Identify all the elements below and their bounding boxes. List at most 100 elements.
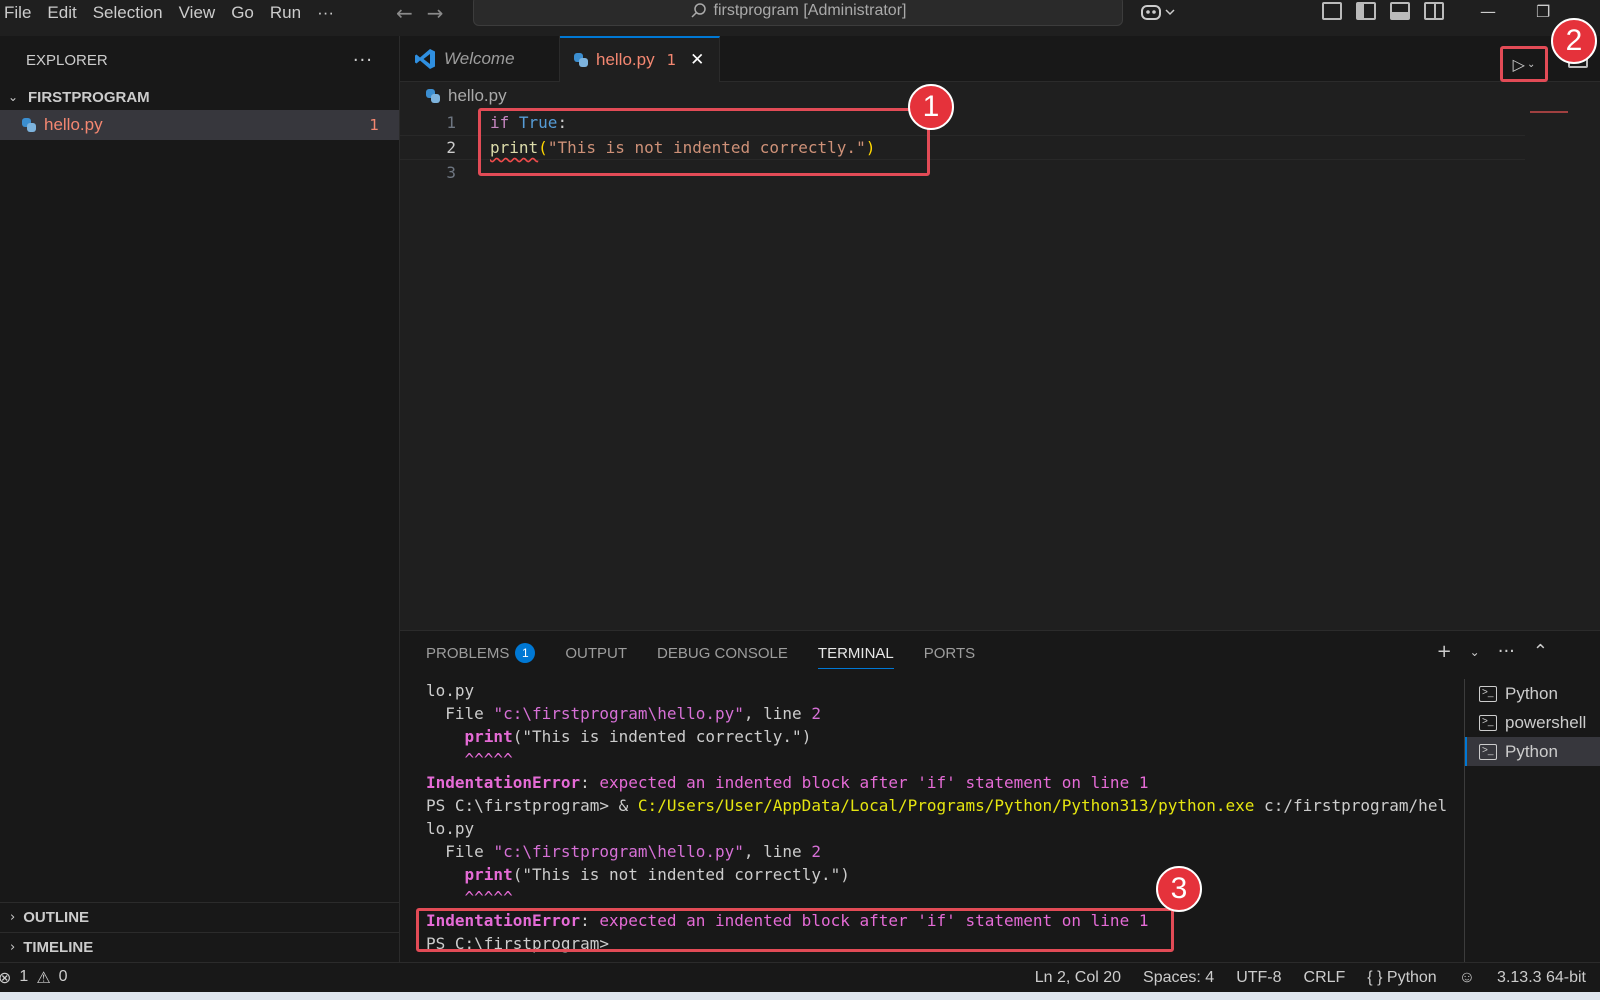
line-number: 2: [446, 138, 456, 157]
panel-actions: + ⌄ ··· ⌃: [1437, 641, 1548, 662]
language-mode[interactable]: { } Python: [1367, 969, 1436, 987]
annotation-marker-1: 1: [908, 84, 954, 130]
line-number: 3: [446, 163, 456, 182]
terminal-item-python[interactable]: >_ Python: [1465, 679, 1600, 708]
terminal-icon: >_: [1479, 714, 1497, 731]
breadcrumb-file: hello.py: [448, 86, 507, 105]
command-center-label: firstprogram [Administrator]: [713, 2, 907, 19]
menu-more[interactable]: ···: [309, 3, 342, 23]
status-items: Ln 2, Col 20 Spaces: 4 UTF-8 CRLF { } Py…: [1035, 969, 1586, 987]
annotation-marker-3: 3: [1156, 866, 1202, 912]
explorer-sidebar: EXPLORER ··· ⌄ FIRSTPROGRAM hello.py 1 ›…: [0, 36, 400, 962]
terminal-line: print("This is not indented correctly."): [464, 865, 850, 884]
braces-icon: { }: [1367, 968, 1383, 986]
menu-edit[interactable]: Edit: [39, 3, 84, 23]
taskbar-edge: [0, 992, 1600, 1000]
terminal-line: File "c:\firstprogram\hello.py", line 2: [426, 704, 821, 723]
indentation[interactable]: Spaces: 4: [1143, 969, 1214, 987]
toggle-secondary-sidebar-icon[interactable]: [1424, 2, 1444, 20]
folder-label: FIRSTPROGRAM: [28, 88, 150, 106]
menu-file[interactable]: File: [0, 3, 39, 23]
run-python-file-button[interactable]: ▷ ⌄: [1500, 46, 1548, 82]
terminal-list: >_ Python >_ powershell >_ Python: [1464, 679, 1600, 963]
menu-selection[interactable]: Selection: [85, 3, 171, 23]
chevron-right-icon: ›: [10, 910, 16, 925]
line-ending[interactable]: CRLF: [1304, 969, 1346, 987]
error-icon: ⊗: [0, 969, 12, 987]
chevron-down-icon: ⌄: [8, 90, 19, 104]
terminal-item-powershell[interactable]: >_ powershell: [1465, 708, 1600, 737]
command-center[interactable]: firstprogram [Administrator]: [473, 0, 1123, 26]
toggle-primary-sidebar-icon[interactable]: [1356, 2, 1376, 20]
layout-controls: [1322, 2, 1444, 20]
forward-arrow-icon[interactable]: →: [427, 1, 444, 25]
copilot-icon[interactable]: [1140, 2, 1176, 26]
navigation-arrows: ← →: [396, 0, 444, 26]
error-count: 1: [19, 967, 29, 985]
annotation-box-code: [478, 108, 930, 176]
terminal-line: lo.py: [426, 681, 475, 700]
menu-run[interactable]: Run: [262, 3, 309, 23]
vscode-logo-icon: [414, 48, 436, 70]
problems-status[interactable]: ⊗ 1 ⚠ 0: [0, 968, 68, 988]
terminal-line: print("This is indented correctly."): [464, 727, 812, 746]
terminal-icon: >_: [1479, 743, 1497, 760]
line-number: 1: [446, 113, 456, 132]
explorer-title: EXPLORER: [26, 51, 108, 69]
python-file-icon: [426, 89, 440, 103]
chevron-down-icon[interactable]: ⌄: [1527, 59, 1535, 70]
maximize-panel-icon[interactable]: ⌃: [1533, 641, 1548, 662]
code-editor[interactable]: 1 if True: 2 print("This is not indented…: [400, 110, 1600, 630]
back-arrow-icon[interactable]: ←: [396, 1, 413, 25]
minimap[interactable]: [1530, 111, 1568, 113]
terminal-icon: >_: [1479, 685, 1497, 702]
terminal-line: ^^^^^: [426, 888, 513, 907]
minimize-icon[interactable]: —: [1480, 2, 1496, 21]
encoding[interactable]: UTF-8: [1236, 969, 1281, 987]
outline-label: OUTLINE: [23, 909, 90, 926]
toggle-panel-icon[interactable]: [1390, 2, 1410, 20]
breadcrumb[interactable]: hello.py: [426, 84, 507, 108]
editor-tabs: Welcome hello.py 1 ✕: [400, 36, 1600, 82]
close-icon[interactable]: ✕: [690, 50, 704, 70]
terminal-item-python-active[interactable]: >_ Python: [1465, 737, 1600, 766]
menu-bar: File Edit Selection View Go Run ···: [0, 0, 342, 26]
search-icon: [691, 3, 706, 18]
python-file-icon: [574, 53, 588, 67]
tab-welcome[interactable]: Welcome: [400, 36, 560, 82]
terminal-line: IndentationError: expected an indented b…: [426, 773, 1149, 792]
more-actions-icon[interactable]: ···: [353, 50, 373, 71]
warning-icon: ⚠: [36, 969, 51, 987]
tab-ports[interactable]: PORTS: [924, 631, 975, 675]
new-terminal-icon[interactable]: +: [1437, 641, 1452, 662]
python-interpreter[interactable]: 3.13.3 64-bit: [1497, 969, 1586, 987]
terminal-line: lo.py: [426, 819, 475, 838]
status-bar: ⊗ 1 ⚠ 0 Ln 2, Col 20 Spaces: 4 UTF-8 CRLF …: [0, 962, 1600, 992]
chevron-down-icon[interactable]: ⌄: [1470, 645, 1480, 659]
terminal-line: File "c:\firstprogram\hello.py", line 2: [426, 842, 821, 861]
tab-debug-console[interactable]: DEBUG CONSOLE: [657, 631, 788, 675]
tab-problems[interactable]: PROBLEMS 1: [426, 631, 536, 675]
menu-view[interactable]: View: [171, 3, 224, 23]
tab-welcome-label: Welcome: [444, 49, 515, 68]
explorer-header: EXPLORER ···: [0, 36, 399, 84]
file-hello-py[interactable]: hello.py 1: [0, 110, 399, 140]
restore-icon[interactable]: ❐: [1536, 2, 1550, 21]
outline-section[interactable]: › OUTLINE: [0, 902, 399, 932]
timeline-section[interactable]: › TIMELINE: [0, 932, 399, 962]
cursor-position[interactable]: Ln 2, Col 20: [1035, 969, 1121, 987]
more-actions-icon[interactable]: ···: [1498, 641, 1515, 662]
file-label: hello.py: [44, 115, 103, 134]
play-icon: ▷: [1512, 54, 1525, 74]
folder-firstprogram[interactable]: ⌄ FIRSTPROGRAM: [0, 84, 399, 110]
tab-terminal[interactable]: TERMINAL: [817, 631, 894, 675]
warning-count: 0: [58, 967, 68, 985]
tab-hello-py[interactable]: hello.py 1 ✕: [560, 36, 720, 82]
tab-output[interactable]: OUTPUT: [565, 631, 627, 675]
timeline-label: TIMELINE: [23, 939, 94, 956]
copilot-status-icon[interactable]: ☺: [1459, 969, 1475, 987]
annotation-marker-2: 2: [1551, 18, 1597, 64]
menu-go[interactable]: Go: [223, 3, 262, 23]
customize-layout-icon[interactable]: [1322, 2, 1342, 20]
terminal-line: PS C:\firstprogram> & C:/Users/User/AppD…: [426, 796, 1448, 815]
